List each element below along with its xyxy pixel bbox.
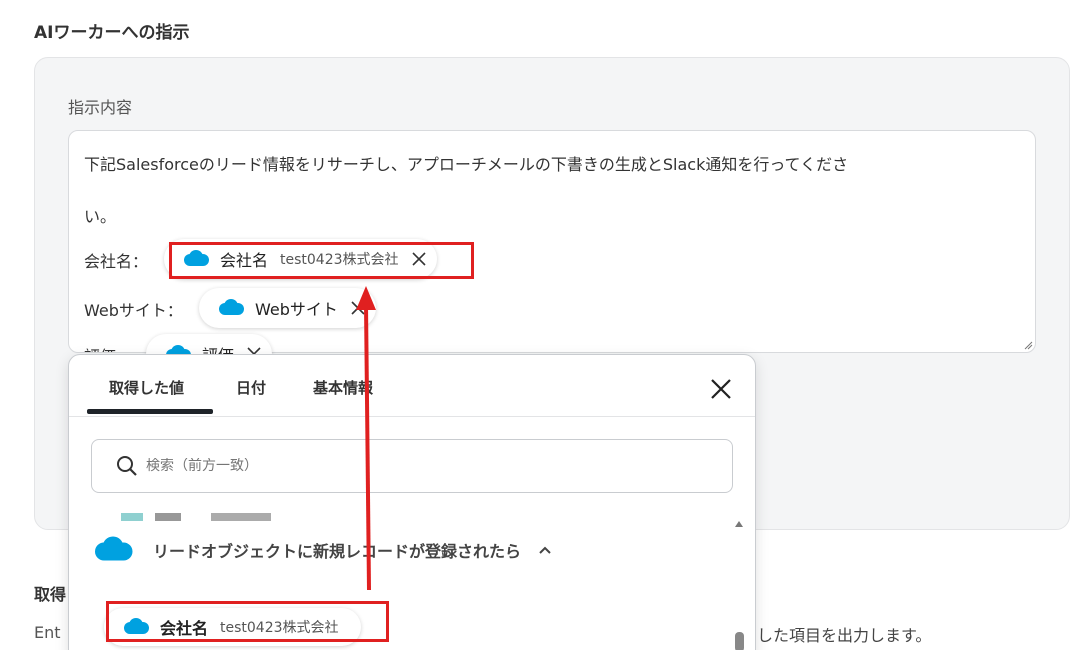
arrow-annotation: [356, 286, 376, 591]
